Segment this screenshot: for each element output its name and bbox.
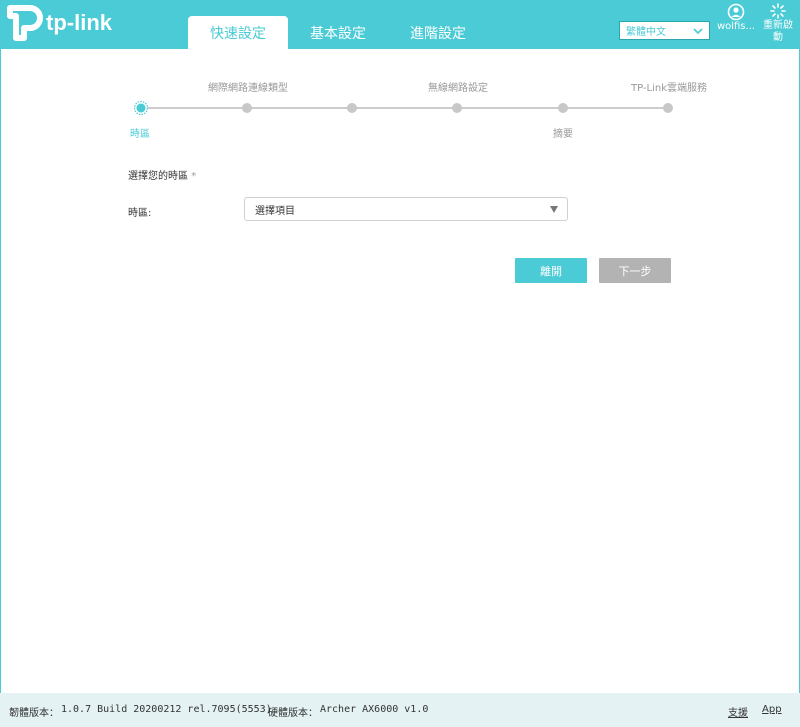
next-button[interactable]: 下一步 xyxy=(599,258,671,283)
section-title: 選擇您的時區 * xyxy=(128,167,196,182)
top-header: tp-link 快速設定 基本設定 進階設定 繁體中文 wolfis... 重新… xyxy=(0,0,800,49)
timezone-label: 時區: xyxy=(128,208,152,219)
step-label-timezone: 時區 xyxy=(130,129,150,140)
footer: 韌體版本： 1.0.7 Build 20200212 rel.7095(5553… xyxy=(0,693,800,727)
step-label-wireless: 無線網路設定 xyxy=(428,83,488,94)
language-select[interactable]: 繁體中文 xyxy=(619,21,710,40)
step-dot xyxy=(452,103,462,113)
stepper-track xyxy=(141,107,668,109)
reboot-button[interactable]: 重新啟動 xyxy=(760,3,796,47)
main-tabs: 快速設定 基本設定 進階設定 xyxy=(188,16,488,49)
timezone-select[interactable]: 選擇項目 xyxy=(244,197,568,221)
user-label: wolfis... xyxy=(716,21,756,32)
user-account-button[interactable]: wolfis... xyxy=(716,3,756,37)
hardware-version: Archer AX6000 v1.0 xyxy=(320,704,429,715)
app-link[interactable]: App xyxy=(762,704,782,715)
step-label-cloud: TP-Link雲端服務 xyxy=(631,83,708,94)
brand-name: tp-link xyxy=(46,10,112,35)
step-dot xyxy=(347,103,357,113)
dropdown-arrow-icon xyxy=(550,206,558,213)
section-title-text: 選擇您的時區 xyxy=(128,171,188,182)
tp-link-logo-icon xyxy=(7,5,43,41)
required-mark: * xyxy=(191,171,197,182)
user-icon xyxy=(727,3,745,21)
step-dot xyxy=(558,103,568,113)
tab-advanced[interactable]: 進階設定 xyxy=(388,16,488,49)
step-label-summary: 摘要 xyxy=(553,129,573,140)
language-value: 繁體中文 xyxy=(626,27,666,38)
chevron-down-icon xyxy=(693,28,703,35)
exit-button[interactable]: 離開 xyxy=(515,258,587,283)
tab-basic[interactable]: 基本設定 xyxy=(288,16,388,49)
firmware-version: 1.0.7 Build 20200212 rel.7095(5553) xyxy=(61,704,272,715)
reboot-label: 重新啟動 xyxy=(763,20,793,43)
step-dot xyxy=(242,103,252,113)
step-label-internet: 網際網路連線類型 xyxy=(208,83,288,94)
timezone-value: 選擇項目 xyxy=(255,205,295,217)
reboot-icon xyxy=(770,3,786,19)
step-dot xyxy=(663,103,673,113)
firmware-label: 韌體版本： xyxy=(9,708,59,719)
brand-logo[interactable]: tp-link xyxy=(4,4,112,42)
step-dot-active-icon xyxy=(133,100,149,116)
tab-quick-setup[interactable]: 快速設定 xyxy=(188,16,288,49)
support-link[interactable]: 支援 xyxy=(728,704,748,719)
hardware-label: 硬體版本： xyxy=(268,708,318,719)
page-frame xyxy=(0,0,800,727)
